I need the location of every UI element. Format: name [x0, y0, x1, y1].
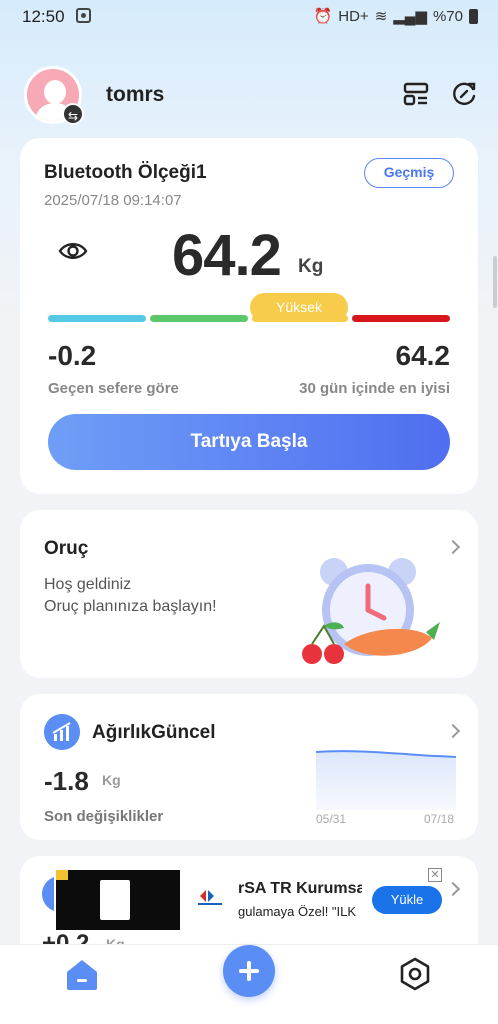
- layout-icon[interactable]: [402, 80, 430, 108]
- level-segment-very-high: [352, 315, 450, 322]
- trend-icon: [44, 714, 80, 750]
- alarm-icon: ⏰: [313, 8, 333, 25]
- trend-value: -1.8: [44, 766, 89, 796]
- scale-card: Bluetooth Ölçeği1 2025/07/18 09:14:07 Ge…: [20, 138, 478, 494]
- add-button[interactable]: [223, 945, 275, 997]
- weight-unit: Kg: [298, 256, 324, 277]
- ad-image[interactable]: [56, 870, 180, 930]
- level-badge: Yüksek: [250, 293, 348, 322]
- signal-icon: ▂▄▆: [393, 8, 427, 25]
- bottom-nav: [0, 944, 498, 1024]
- username: tomrs: [106, 83, 165, 106]
- ad-install-button[interactable]: Yükle: [372, 886, 442, 914]
- chevron-right-icon: [445, 539, 461, 555]
- scale-title: Bluetooth Ölçeği1: [44, 162, 207, 183]
- weight-trend-card[interactable]: AğırlıkGüncel -1.8 Kg Son değişiklikler …: [20, 694, 478, 840]
- ad-banner[interactable]: rSA TR Kurumsal gulamaya Özel! "ILK Yükl…: [54, 866, 446, 930]
- battery-label: %70: [432, 7, 463, 25]
- diff-value: -0.2: [48, 340, 97, 371]
- trend-label: Son değişiklikler: [44, 808, 164, 825]
- ad-badge-icon: [56, 870, 68, 880]
- trend-title: AğırlıkGüncel: [92, 722, 216, 743]
- carrefour-logo-icon: [198, 890, 222, 905]
- network-label: HD+: [338, 7, 369, 25]
- chevron-right-icon: [445, 881, 461, 897]
- eye-icon[interactable]: [58, 238, 88, 264]
- weight-trend-chart: [316, 750, 456, 810]
- status-time: 12:50: [22, 7, 65, 26]
- best-label: 30 gün içinde en iyisi: [299, 380, 450, 397]
- best-value: 64.2: [395, 340, 451, 371]
- ad-close-icon[interactable]: ✕: [428, 868, 442, 882]
- status-right: ⏰ HD+ ≋ ▂▄▆ %70: [314, 7, 478, 25]
- chart-axis-start: 05/31: [316, 812, 347, 826]
- ad-subline: gulamaya Özel! "ILK: [238, 904, 357, 919]
- fasting-title: Oruç: [44, 538, 89, 559]
- fasting-prompt: Oruç planınıza başlayın!: [44, 598, 217, 615]
- settings-icon[interactable]: [398, 957, 432, 991]
- home-icon[interactable]: [64, 957, 100, 991]
- fasting-welcome: Hoş geldiniz: [44, 576, 132, 593]
- history-button[interactable]: Geçmiş: [364, 158, 454, 188]
- ad-headline: rSA TR Kurumsal: [238, 880, 362, 897]
- wifi-icon: ≋: [374, 8, 388, 25]
- chart-axis-end: 07/18: [423, 812, 454, 826]
- screenshot-icon: [76, 8, 91, 23]
- switch-user-icon[interactable]: ⇆: [62, 103, 84, 125]
- refresh-icon[interactable]: [450, 80, 478, 108]
- chevron-right-icon: [445, 723, 461, 739]
- level-segment-low: [48, 315, 146, 322]
- start-weighing-button[interactable]: Tartıya Başla: [48, 414, 450, 470]
- battery-icon: [469, 8, 478, 24]
- avatar-head: [44, 80, 66, 104]
- status-bar: 12:50 ⏰ HD+ ≋ ▂▄▆ %70: [0, 0, 498, 32]
- measurement-date: 2025/07/18 09:14:07: [44, 192, 182, 209]
- trend-unit: Kg: [102, 772, 121, 788]
- level-segment-normal: [150, 315, 248, 322]
- fasting-clock-illustration: [302, 558, 440, 664]
- fasting-card[interactable]: Oruç Hoş geldiniz Oruç planınıza başlayı…: [20, 510, 478, 678]
- diff-label: Geçen sefere göre: [48, 380, 179, 397]
- weight-value: 64.2: [172, 223, 282, 288]
- scrollbar[interactable]: [493, 256, 497, 308]
